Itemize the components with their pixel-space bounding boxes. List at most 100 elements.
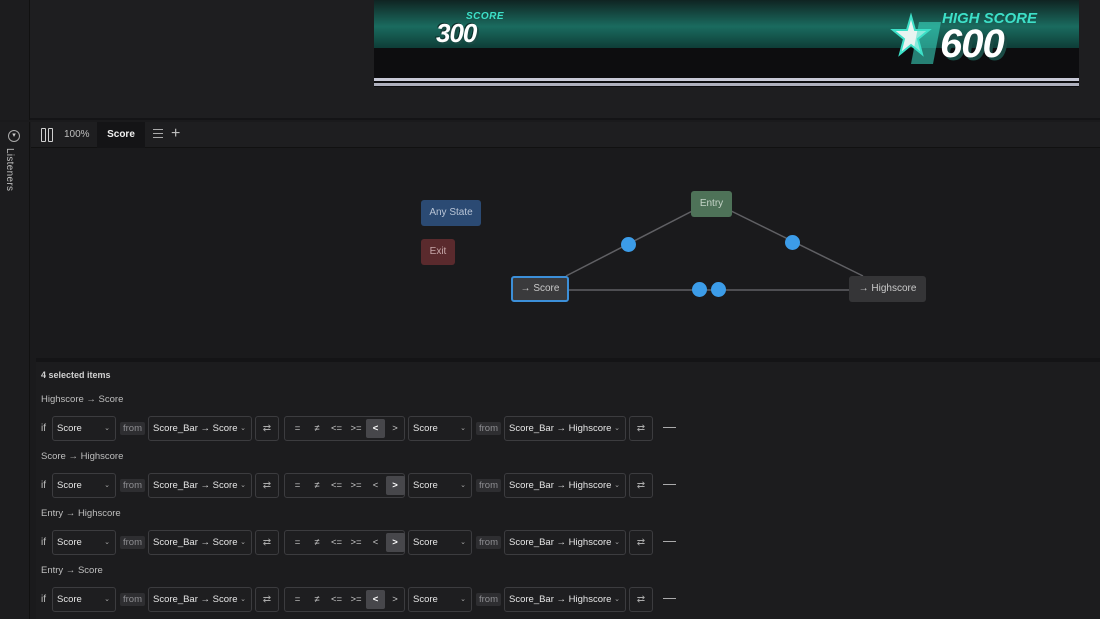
operator-5[interactable]: > (385, 476, 405, 495)
operator-4[interactable]: < (366, 590, 385, 609)
swap-icon[interactable]: ⇄ (255, 416, 279, 441)
left-input-select[interactable]: Score ⌄ (52, 587, 116, 612)
right-source-select[interactable]: Score_Bar → Highscore ⌄ (504, 530, 626, 555)
remove-condition-icon[interactable]: — (663, 476, 676, 491)
chevron-down-icon: ⌄ (240, 539, 246, 546)
game-preview: SCORE 300 HIGH SCORE 600 (374, 0, 1079, 87)
swap-icon[interactable]: ⇄ (629, 530, 653, 555)
operator-group: = ≠ <= >= < > (284, 530, 405, 555)
operator-1[interactable]: ≠ (308, 476, 327, 495)
operator-2[interactable]: <= (327, 419, 346, 438)
remove-condition-icon[interactable]: — (663, 533, 676, 548)
transition-handle-icon[interactable] (692, 282, 707, 297)
top-left-panel (0, 0, 30, 120)
from-keyword: from (476, 536, 501, 549)
state-node-exit[interactable]: Exit (421, 239, 455, 265)
chevron-down-icon: ⌄ (104, 596, 110, 603)
pause-bar (48, 128, 53, 142)
tab-score[interactable]: Score (97, 122, 145, 148)
operator-5[interactable]: > (385, 533, 405, 552)
left-source-select[interactable]: Score_Bar → Score ⌄ (148, 587, 252, 612)
operator-0[interactable]: = (288, 533, 307, 552)
right-source-select[interactable]: Score_Bar → Highscore ⌄ (504, 416, 626, 441)
chevron-down-icon: ⌄ (460, 482, 466, 489)
chevron-down-icon: ⌄ (460, 539, 466, 546)
listeners-label[interactable]: Listeners (4, 148, 15, 191)
remove-condition-icon[interactable]: — (663, 419, 676, 434)
left-source-value: Score_Bar → Score (153, 537, 238, 548)
operator-3[interactable]: >= (347, 419, 366, 438)
operator-1[interactable]: ≠ (308, 590, 327, 609)
from-keyword: from (476, 422, 501, 435)
state-node-highscore[interactable]: → Highscore (849, 276, 926, 302)
right-source-select[interactable]: Score_Bar → Highscore ⌄ (504, 587, 626, 612)
left-source-value: Score_Bar → Score (153, 480, 238, 491)
operator-3[interactable]: >= (347, 476, 366, 495)
chevron-down-icon[interactable]: ▾ (8, 130, 20, 142)
right-input-select[interactable]: Score ⌄ (408, 587, 472, 612)
left-source-select[interactable]: Score_Bar → Score ⌄ (148, 416, 252, 441)
zoom-level[interactable]: 100% (64, 129, 90, 140)
state-node-score[interactable]: → Score (511, 276, 569, 302)
left-input-value: Score (57, 537, 82, 548)
left-input-select[interactable]: Score ⌄ (52, 416, 116, 441)
transition-handle-icon[interactable] (785, 235, 800, 250)
operator-0[interactable]: = (288, 590, 307, 609)
chevron-down-icon: ⌄ (104, 425, 110, 432)
left-input-value: Score (57, 594, 82, 605)
from-keyword: from (120, 593, 145, 606)
operator-3[interactable]: >= (347, 533, 366, 552)
operator-5[interactable]: > (386, 590, 405, 609)
transition-handle-icon[interactable] (621, 237, 636, 252)
operator-5[interactable]: > (386, 419, 405, 438)
left-source-select[interactable]: Score_Bar → Score ⌄ (148, 530, 252, 555)
operator-0[interactable]: = (288, 419, 307, 438)
right-source-select[interactable]: Score_Bar → Highscore ⌄ (504, 473, 626, 498)
operator-3[interactable]: >= (347, 590, 366, 609)
swap-icon[interactable]: ⇄ (629, 416, 653, 441)
preview-area: SCORE 300 HIGH SCORE 600 (0, 0, 1100, 120)
pause-icon[interactable] (41, 128, 55, 142)
chevron-down-icon: ⌄ (614, 596, 620, 603)
transition-label: Entry → Score (41, 565, 103, 576)
remove-condition-icon[interactable]: — (663, 590, 676, 605)
swap-icon[interactable]: ⇄ (255, 473, 279, 498)
high-score-value: 600 (940, 22, 1005, 66)
add-tab-icon[interactable]: + (171, 124, 180, 144)
right-input-select[interactable]: Score ⌄ (408, 530, 472, 555)
transition-handle-icon[interactable] (711, 282, 726, 297)
operator-1[interactable]: ≠ (308, 419, 327, 438)
swap-icon[interactable]: ⇄ (629, 587, 653, 612)
if-keyword: if (41, 423, 46, 434)
right-input-select[interactable]: Score ⌄ (408, 416, 472, 441)
state-node-entry[interactable]: Entry (691, 191, 732, 217)
list-icon[interactable] (153, 129, 163, 139)
operator-0[interactable]: = (288, 476, 307, 495)
swap-icon[interactable]: ⇄ (629, 473, 653, 498)
chevron-down-icon: ⌄ (614, 425, 620, 432)
chevron-down-icon: ⌄ (460, 425, 466, 432)
preview-line (374, 83, 1079, 86)
operator-2[interactable]: <= (327, 590, 346, 609)
state-node-any-state[interactable]: Any State (421, 200, 481, 226)
right-input-select[interactable]: Score ⌄ (408, 473, 472, 498)
star-icon (890, 12, 941, 64)
operator-4[interactable]: < (366, 533, 385, 552)
from-keyword: from (120, 422, 145, 435)
operator-1[interactable]: ≠ (308, 533, 327, 552)
right-source-value: Score_Bar → Highscore (509, 423, 612, 434)
transition-label: Highscore → Score (41, 394, 124, 405)
if-keyword: if (41, 594, 46, 605)
pause-bar (41, 128, 46, 142)
operator-4[interactable]: < (366, 476, 385, 495)
left-source-select[interactable]: Score_Bar → Score ⌄ (148, 473, 252, 498)
swap-icon[interactable]: ⇄ (255, 530, 279, 555)
transition-lines (565, 204, 864, 291)
left-input-select[interactable]: Score ⌄ (52, 530, 116, 555)
left-input-select[interactable]: Score ⌄ (52, 473, 116, 498)
operator-2[interactable]: <= (327, 476, 346, 495)
operator-2[interactable]: <= (327, 533, 346, 552)
operator-4[interactable]: < (366, 419, 385, 438)
swap-icon[interactable]: ⇄ (255, 587, 279, 612)
operator-group: = ≠ <= >= < > (284, 587, 405, 612)
